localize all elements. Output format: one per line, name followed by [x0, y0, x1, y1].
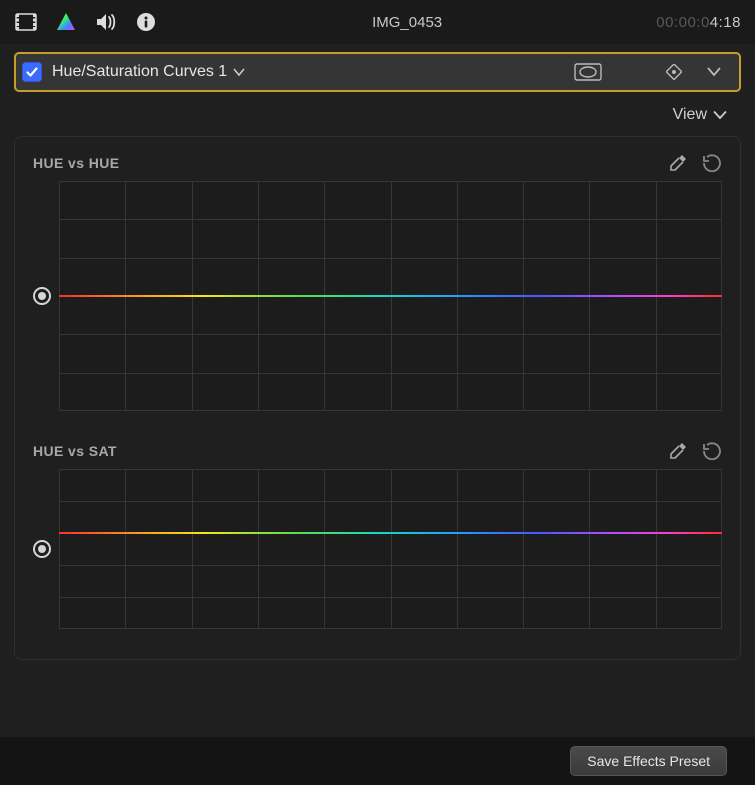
timecode-dim: 00:00:0 [656, 14, 710, 31]
reset-button[interactable] [702, 153, 722, 173]
curve-point-handle[interactable] [33, 540, 51, 558]
audio-inspector-icon[interactable] [94, 10, 118, 34]
effect-enable-checkbox[interactable] [22, 62, 42, 82]
eyedropper-button[interactable] [668, 153, 688, 173]
curve-point-handle[interactable] [33, 287, 51, 305]
effect-options-chevron[interactable] [699, 60, 729, 84]
curve-header: HUE vs HUE [33, 153, 722, 173]
video-inspector-icon[interactable] [14, 10, 38, 34]
curves-panel: HUE vs HUE [14, 136, 741, 660]
keyframe-button[interactable] [659, 60, 689, 84]
eyedropper-button[interactable] [668, 441, 688, 461]
curve-header: HUE vs SAT [33, 441, 722, 461]
reset-button[interactable] [702, 441, 722, 461]
chevron-down-icon [713, 110, 727, 120]
curve-block-hue-vs-sat: HUE vs SAT [33, 441, 722, 659]
curve-grid[interactable] [59, 469, 722, 629]
effect-row: Hue/Saturation Curves 1 [14, 52, 741, 92]
grid-lines [59, 469, 722, 629]
footer-bar: Save Effects Preset [0, 737, 755, 785]
effect-name-dropdown[interactable]: Hue/Saturation Curves 1 [52, 63, 245, 81]
curve-title: HUE vs SAT [33, 443, 668, 459]
chevron-down-icon [233, 67, 245, 77]
timecode-bright: 4:18 [710, 14, 741, 31]
inspector-top-bar: IMG_0453 00:00:04:18 [0, 0, 755, 44]
save-effects-preset-button[interactable]: Save Effects Preset [570, 746, 727, 776]
effect-row-container: Hue/Saturation Curves 1 [0, 44, 755, 92]
curve-title: HUE vs HUE [33, 155, 668, 171]
view-dropdown[interactable]: View [0, 92, 755, 132]
clip-title: IMG_0453 [184, 14, 630, 31]
curve-line[interactable] [59, 532, 722, 534]
save-button-label: Save Effects Preset [587, 753, 710, 769]
timecode: 00:00:04:18 [656, 14, 741, 31]
curve-block-hue-vs-hue: HUE vs HUE [33, 153, 722, 441]
mask-button[interactable] [573, 60, 603, 84]
color-inspector-icon[interactable] [54, 10, 78, 34]
view-label: View [673, 106, 707, 124]
info-inspector-icon[interactable] [134, 10, 158, 34]
effect-name-label: Hue/Saturation Curves 1 [52, 63, 227, 81]
curve-line[interactable] [59, 295, 722, 297]
curve-grid[interactable] [59, 181, 722, 411]
